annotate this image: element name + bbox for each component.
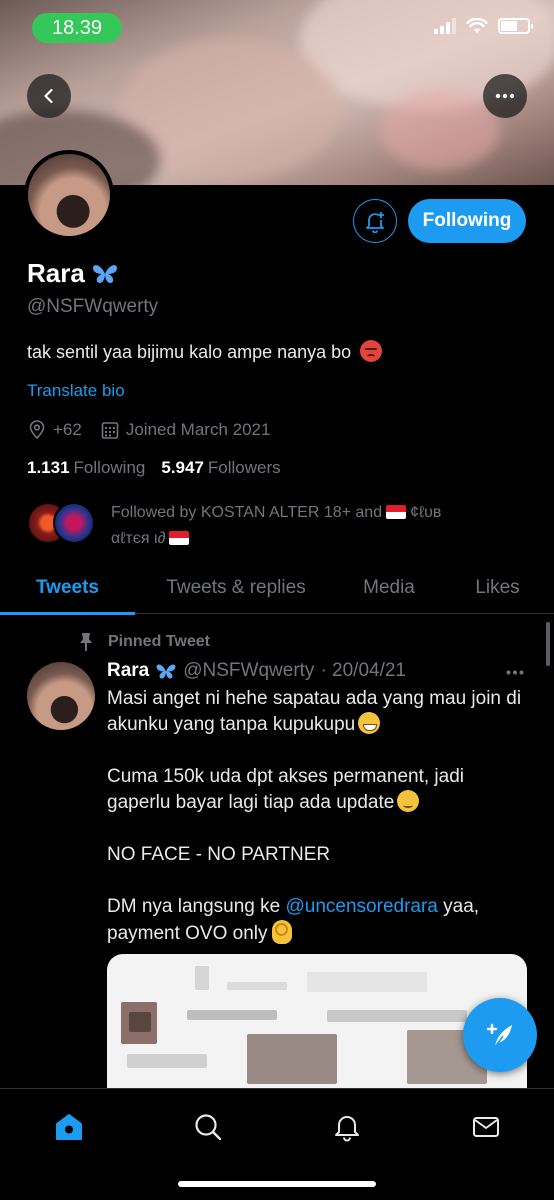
butterfly-icon (92, 264, 117, 283)
bell-plus-icon (366, 212, 384, 233)
profile-tabs: Tweets Tweets & replies Media Likes (0, 562, 554, 615)
tweet-line: DM nya langsung ke (107, 896, 281, 917)
translate-bio-link[interactable]: Translate bio (27, 381, 125, 401)
blurred-pixel (247, 1034, 337, 1084)
followed-by-second: ¢ℓυв (410, 504, 442, 521)
butterfly-icon (156, 663, 176, 679)
followed-by-avatars (27, 500, 99, 546)
profile-name-row: Rara (27, 258, 119, 289)
banner-shape (380, 90, 500, 170)
profile-bio: tak sentil yaa bijimu kalo ampe nanya bo (27, 340, 383, 363)
location-item: +62 (27, 420, 82, 440)
pin-icon (80, 633, 92, 651)
back-arrow-icon (44, 88, 53, 104)
profile-meta: +62 Joined March 2021 (27, 420, 270, 440)
compose-tweet-icon (486, 1023, 512, 1048)
tweet-line: NO FACE - NO PARTNER (107, 844, 331, 865)
profile-handle: @NSFWqwerty (27, 296, 159, 317)
more-horizontal-icon (495, 93, 515, 99)
tweet-text: Masi anget ni hehe sapatau ada yang mau … (107, 686, 527, 947)
followers-count-link[interactable]: 5.947 Followers (161, 458, 280, 478)
following-label: Following (73, 458, 146, 477)
ok-hand-emoji-icon (271, 920, 292, 944)
following-count: 1.131 (27, 458, 70, 477)
blurred-pixel (129, 1012, 151, 1032)
notifications-icon (335, 1116, 359, 1142)
messages-icon (473, 1117, 499, 1137)
followers-count: 5.947 (161, 458, 204, 477)
home-indicator[interactable] (178, 1181, 376, 1187)
tweet-header: Rara @NSFWqwerty · 20/04/21 (107, 660, 406, 682)
blurred-pixel (227, 982, 287, 990)
blurred-pixel (127, 1054, 207, 1068)
following-button[interactable]: Following (408, 199, 526, 243)
more-horizontal-icon (506, 670, 524, 674)
blurred-pixel (327, 1010, 467, 1022)
status-bar: 18.39 (0, 0, 554, 56)
more-options-button[interactable] (483, 74, 527, 118)
smiling-emoji-icon (397, 790, 420, 812)
followed-by-text: Followed by KOSTAN ALTER 18+ and ¢ℓυв αℓт… (111, 500, 441, 552)
calendar-icon (101, 422, 119, 439)
grinning-emoji-icon (358, 712, 381, 734)
tweet-author-name[interactable]: Rara (107, 660, 149, 682)
tab-media[interactable]: Media (337, 562, 441, 614)
signal-icon (434, 18, 456, 34)
pinned-label-row: Pinned Tweet (78, 632, 210, 652)
tweet-author-avatar[interactable] (27, 662, 95, 730)
profile-avatar[interactable] (24, 150, 114, 240)
search-icon (195, 1114, 222, 1141)
tab-likes[interactable]: Likes (441, 562, 554, 614)
nav-messages[interactable] (466, 1107, 506, 1147)
blurred-pixel (195, 966, 209, 990)
followed-by-prefix: Followed by KOSTAN ALTER 18+ and (111, 504, 383, 521)
tweet-more-button[interactable] (503, 660, 527, 684)
angry-emoji-icon (360, 340, 383, 362)
status-time: 18.39 (32, 13, 122, 43)
status-icons (434, 18, 533, 34)
location-text: +62 (53, 420, 82, 439)
followed-by-row[interactable]: Followed by KOSTAN ALTER 18+ and ¢ℓυв αℓт… (27, 500, 527, 552)
profile-name: Rara (27, 258, 85, 288)
nav-search[interactable] (188, 1107, 228, 1147)
tweet-date: · 20/04/21 (320, 660, 407, 681)
battery-icon (498, 18, 533, 34)
home-icon (56, 1114, 82, 1140)
following-count-link[interactable]: 1.131 Following (27, 458, 145, 478)
blurred-pixel (307, 972, 427, 992)
tweet-line: Masi anget ni hehe sapatau ada yang mau … (107, 688, 522, 735)
tab-tweets[interactable]: Tweets (0, 562, 135, 615)
bio-text: tak sentil yaa bijimu kalo ampe nanya bo (27, 342, 352, 362)
nav-notifications[interactable] (327, 1107, 367, 1147)
wifi-icon (466, 18, 488, 33)
blurred-pixel (187, 1010, 277, 1020)
followed-by-third: αℓтєя ι∂ (111, 530, 166, 547)
mention-link[interactable]: @uncensoredrara (286, 896, 438, 917)
follow-counts: 1.131 Following 5.947 Followers (27, 458, 281, 478)
indonesia-flag-icon (169, 531, 190, 545)
indonesia-flag-icon (386, 505, 407, 519)
follower-avatar (53, 502, 95, 544)
pinned-label: Pinned Tweet (108, 633, 210, 650)
compose-tweet-button[interactable] (463, 998, 537, 1072)
back-button[interactable] (27, 74, 71, 118)
tab-tweets-replies[interactable]: Tweets & replies (135, 562, 337, 614)
nav-home[interactable] (49, 1107, 89, 1147)
tweet-author-handle[interactable]: @NSFWqwerty (183, 660, 314, 682)
followers-label: Followers (207, 458, 281, 477)
location-pin-icon (29, 420, 45, 440)
joined-item: Joined March 2021 (100, 420, 271, 440)
notifications-toggle-button[interactable] (353, 199, 397, 243)
scrollbar[interactable] (546, 622, 550, 666)
joined-text: Joined March 2021 (125, 420, 271, 439)
